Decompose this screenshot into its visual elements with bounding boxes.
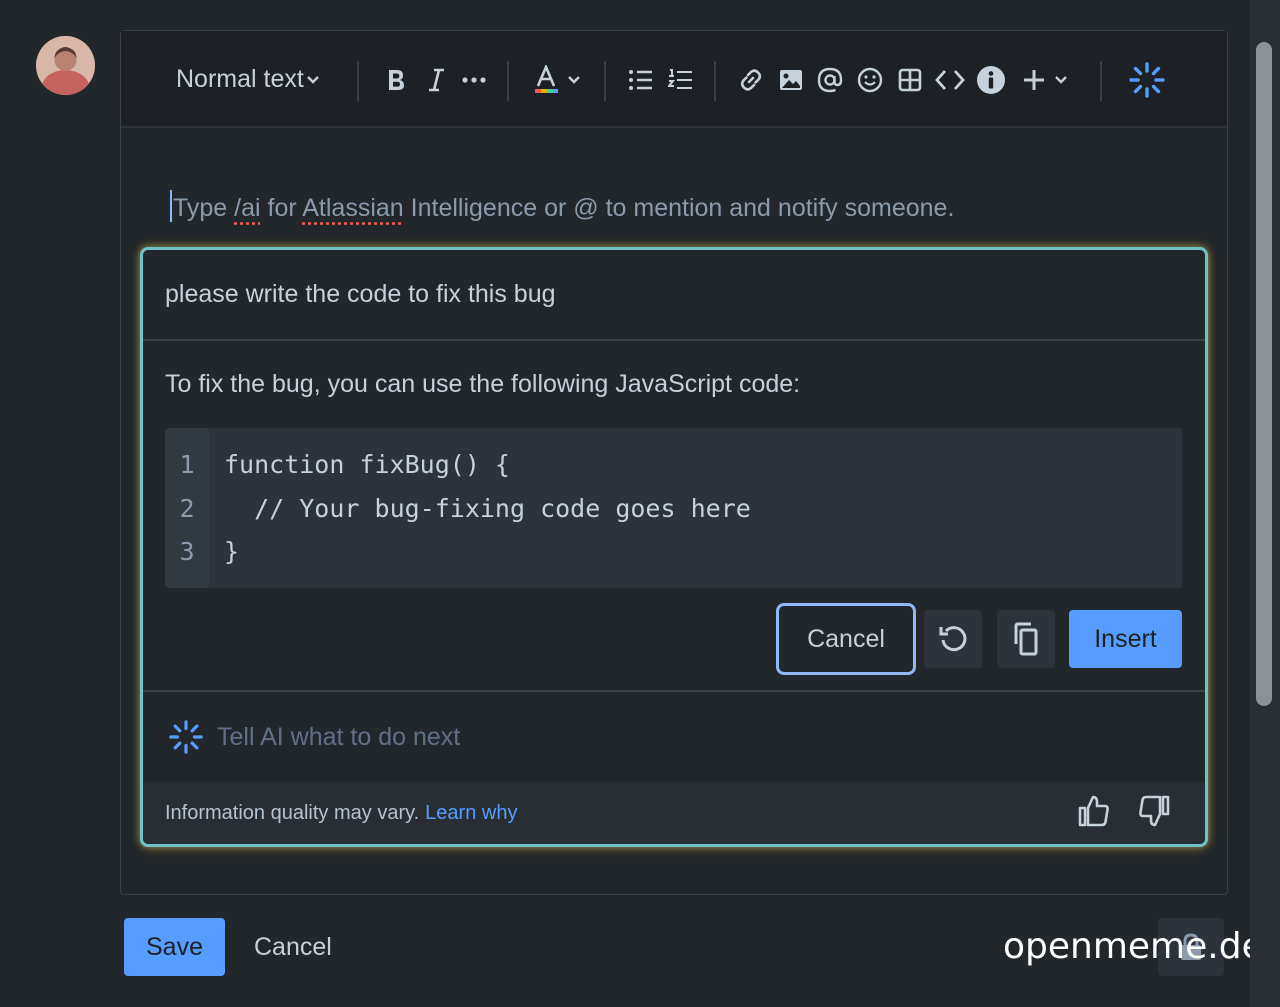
mention-icon bbox=[817, 67, 843, 92]
line-number: 2 bbox=[179, 493, 195, 523]
ai-answer-text: To fix the bug, you can use the followin… bbox=[165, 370, 801, 398]
placeholder-part: for bbox=[260, 194, 303, 222]
numbered-list-button[interactable] bbox=[665, 31, 697, 128]
info-panel-button[interactable] bbox=[974, 31, 1008, 128]
toolbar-divider bbox=[507, 61, 509, 101]
chevron-down-icon bbox=[306, 75, 319, 84]
emoji-button[interactable] bbox=[854, 31, 886, 128]
link-button[interactable] bbox=[735, 31, 767, 128]
retry-icon bbox=[939, 626, 967, 652]
copy-button[interactable] bbox=[997, 610, 1055, 668]
user-avatar[interactable] bbox=[36, 36, 95, 95]
atlassian-intelligence-button[interactable] bbox=[1127, 31, 1167, 128]
watermark: openmeme.dev bbox=[1003, 926, 1280, 967]
page: Normal text Type /ai for Atlassian Intel… bbox=[0, 0, 1280, 1007]
copy-icon bbox=[1014, 622, 1038, 656]
toolbar-divider bbox=[604, 61, 606, 101]
thumbs-down-icon bbox=[1139, 795, 1170, 827]
italic-button[interactable] bbox=[421, 31, 451, 128]
editor-toolbar: Normal text bbox=[121, 31, 1227, 128]
more-formatting-icon bbox=[462, 76, 486, 83]
bullet-list-button[interactable] bbox=[625, 31, 657, 128]
line-number: 3 bbox=[179, 536, 195, 566]
learn-why-link[interactable]: Learn why bbox=[425, 802, 517, 824]
image-button[interactable] bbox=[775, 31, 807, 128]
save-button[interactable]: Save bbox=[124, 918, 225, 976]
bullet-list-icon bbox=[629, 69, 652, 90]
atlassian-intelligence-icon bbox=[169, 720, 203, 754]
editor-placeholder[interactable]: Type /ai for Atlassian Intelligence or @… bbox=[170, 190, 954, 223]
text-color-icon bbox=[535, 64, 558, 93]
text-color-button[interactable] bbox=[529, 31, 585, 128]
code-text: // Your bug-fixing code goes here bbox=[224, 493, 751, 523]
insert-button[interactable]: Insert bbox=[1069, 610, 1182, 668]
mention-button[interactable] bbox=[814, 31, 846, 128]
divider bbox=[143, 690, 1205, 692]
ai-next-input[interactable]: Tell AI what to do next bbox=[217, 723, 460, 752]
ai-footer: Information quality may vary. Learn why bbox=[143, 782, 1205, 844]
code-icon bbox=[935, 69, 965, 90]
cancel-button[interactable]: Cancel bbox=[254, 918, 332, 976]
ai-prompt-text: please write the code to fix this bug bbox=[165, 280, 556, 308]
placeholder-part: Intelligence or @ to mention and notify … bbox=[403, 194, 955, 222]
ai-response-panel: please write the code to fix this bug To… bbox=[140, 247, 1208, 847]
numbered-list-icon bbox=[668, 68, 692, 89]
atlassian-intelligence-icon bbox=[1129, 61, 1165, 98]
ai-disclaimer: Information quality may vary. Learn why bbox=[165, 802, 517, 825]
more-formatting-button[interactable] bbox=[459, 31, 489, 128]
disclaimer-text: Information quality may vary. bbox=[165, 802, 420, 824]
bold-icon bbox=[389, 69, 404, 90]
table-icon bbox=[898, 68, 922, 91]
placeholder-part: /ai bbox=[234, 194, 261, 222]
ai-cancel-button[interactable]: Cancel bbox=[776, 603, 916, 675]
retry-button[interactable] bbox=[924, 610, 982, 668]
bold-button[interactable] bbox=[381, 31, 411, 128]
emoji-icon bbox=[857, 67, 883, 92]
text-style-dropdown[interactable]: Normal text bbox=[176, 31, 320, 128]
code-block[interactable]: 1 function fixBug() { 2 // Your bug-fixin… bbox=[165, 428, 1182, 588]
placeholder-part: Atlassian bbox=[302, 194, 404, 222]
chevron-down-icon bbox=[568, 75, 580, 84]
toolbar-divider bbox=[1100, 61, 1102, 101]
chevron-down-icon bbox=[1055, 75, 1067, 84]
toolbar-divider bbox=[714, 61, 716, 101]
code-line: 3} bbox=[165, 529, 239, 573]
code-text: } bbox=[224, 536, 240, 566]
italic-icon bbox=[429, 68, 444, 91]
plus-icon bbox=[1024, 69, 1044, 90]
code-line: 2 // Your bug-fixing code goes here bbox=[165, 486, 751, 530]
code-button[interactable] bbox=[932, 31, 968, 128]
info-icon bbox=[977, 65, 1005, 94]
thumbs-down-button[interactable] bbox=[1137, 794, 1171, 833]
code-text: function fixBug() { bbox=[224, 449, 510, 479]
line-number: 1 bbox=[179, 449, 195, 479]
divider bbox=[143, 339, 1205, 341]
scrollbar-thumb[interactable] bbox=[1256, 42, 1272, 706]
ai-next-prompt[interactable]: Tell AI what to do next bbox=[169, 720, 460, 754]
toolbar-divider bbox=[357, 61, 359, 101]
text-style-label: Normal text bbox=[176, 65, 304, 93]
insert-more-button[interactable] bbox=[1017, 31, 1073, 128]
placeholder-part: Type bbox=[173, 194, 235, 222]
image-icon bbox=[780, 69, 802, 90]
code-line: 1 function fixBug() { bbox=[165, 442, 510, 486]
table-button[interactable] bbox=[894, 31, 926, 128]
text-caret bbox=[170, 190, 172, 222]
link-icon bbox=[740, 68, 762, 91]
thumbs-up-button[interactable] bbox=[1077, 794, 1111, 833]
thumbs-up-icon bbox=[1078, 795, 1109, 827]
